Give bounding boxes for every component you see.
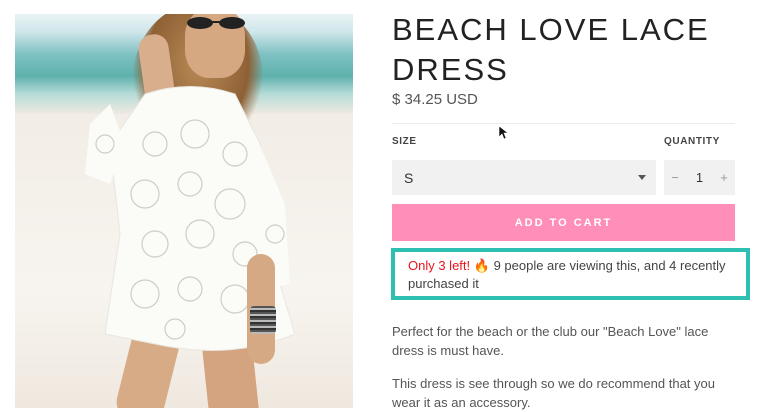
description-paragraph: This dress is see through so we do recom… — [392, 376, 715, 410]
description-paragraph: Perfect for the beach or the club our "B… — [392, 324, 709, 358]
product-image — [15, 14, 353, 408]
size-selected-value: S — [404, 169, 414, 186]
product-price: $ 34.25 USD — [392, 91, 478, 108]
sunglasses-icon — [187, 17, 245, 29]
fire-icon: 🔥 — [473, 258, 490, 273]
quantity-stepper[interactable]: − 1 + — [664, 160, 735, 195]
mouse-cursor-icon — [499, 126, 509, 140]
product-title: BEACH LOVE LACE DRESS — [392, 12, 710, 87]
size-select[interactable]: S — [392, 160, 656, 195]
decrement-button[interactable]: − — [664, 160, 686, 195]
quantity-label: QUANTITY — [664, 136, 720, 147]
quantity-value[interactable]: 1 — [686, 170, 713, 185]
divider — [392, 123, 735, 124]
increment-button[interactable]: + — [713, 160, 735, 195]
add-to-cart-button[interactable]: ADD TO CART — [392, 204, 735, 241]
bracelets — [250, 306, 276, 334]
stock-alert: Only 3 left! — [408, 258, 471, 273]
urgency-message: Only 3 left! 🔥 9 people are viewing this… — [408, 257, 748, 293]
size-label: SIZE — [392, 136, 417, 147]
chevron-down-icon — [638, 175, 646, 180]
